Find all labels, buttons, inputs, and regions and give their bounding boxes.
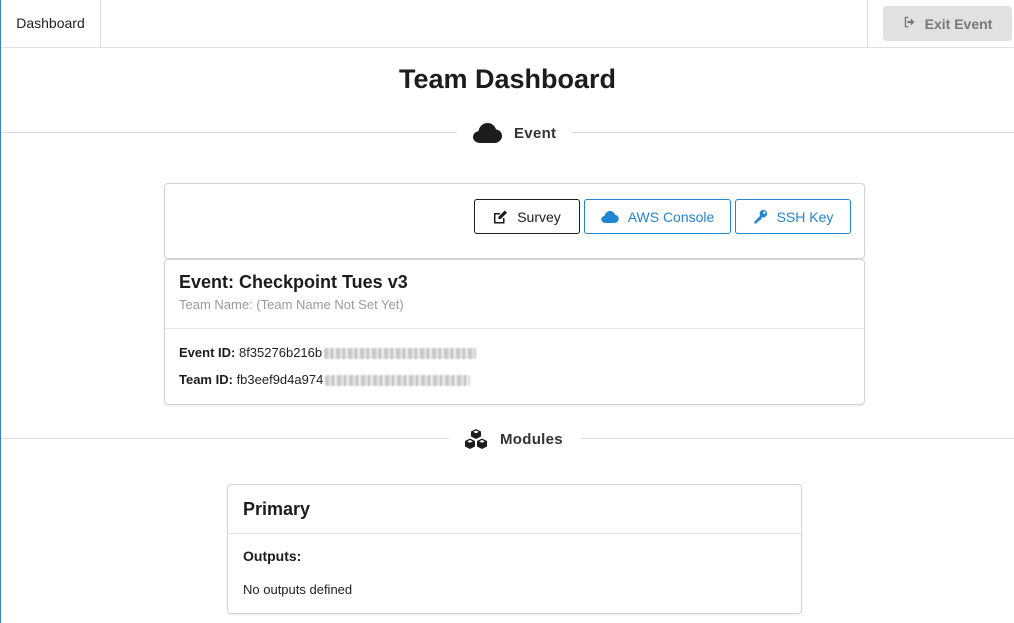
outputs-empty-text: No outputs defined xyxy=(243,582,353,597)
cloud-icon xyxy=(600,210,619,223)
edit-icon xyxy=(493,210,508,224)
cloud-icon xyxy=(473,123,502,143)
module-card: Primary Outputs: No outputs defined xyxy=(227,484,802,614)
redacted-event-id xyxy=(324,348,477,360)
aws-console-label: AWS Console xyxy=(627,208,715,225)
divider-line-right xyxy=(581,438,1014,439)
exit-event-label: Exit Event xyxy=(924,15,993,32)
modules-section-header: Modules xyxy=(464,424,563,454)
event-id-label: Event ID: xyxy=(179,345,236,360)
event-details-card: Event: Checkpoint Tues v3 Team Name: (Te… xyxy=(164,259,865,405)
sign-out-icon xyxy=(903,15,917,32)
module-body: Outputs: No outputs defined xyxy=(228,534,801,611)
page-title: Team Dashboard xyxy=(398,64,617,94)
modules-section-divider: Modules xyxy=(1,424,1014,454)
event-actions-card: Survey AWS Console SSH Key xyxy=(164,183,865,259)
event-section-divider: Event xyxy=(1,118,1014,148)
team-name: Team Name: (Team Name Not Set Yet) xyxy=(179,297,404,312)
top-menu-bar: Dashboard Exit Event xyxy=(1,0,1014,48)
team-id-value: fb3eef9d4a974 xyxy=(236,372,324,387)
event-title: Event: Checkpoint Tues v3 xyxy=(179,272,408,292)
module-name: Primary xyxy=(228,485,801,534)
cubes-icon xyxy=(464,429,488,449)
team-id-row: Team ID: fb3eef9d4a974 xyxy=(179,370,850,397)
event-details-header: Event: Checkpoint Tues v3 Team Name: (Te… xyxy=(165,260,864,329)
divider-line-left xyxy=(1,132,457,133)
event-section-label: Event xyxy=(514,124,557,142)
survey-label: Survey xyxy=(517,208,561,225)
ssh-key-button[interactable]: SSH Key xyxy=(735,199,851,234)
event-id-value: 8f35276b216b xyxy=(238,345,323,360)
modules-section-label: Modules xyxy=(500,430,563,448)
outputs-label: Outputs: xyxy=(243,548,302,564)
team-id-label: Team ID: xyxy=(179,372,233,387)
event-section-header: Event xyxy=(473,118,556,148)
exit-event-button[interactable]: Exit Event xyxy=(883,6,1012,41)
divider-line-left xyxy=(1,438,449,439)
menu-divider xyxy=(867,0,868,47)
ssh-key-label: SSH Key xyxy=(776,208,834,225)
aws-console-button[interactable]: AWS Console xyxy=(584,199,731,234)
survey-button[interactable]: Survey xyxy=(474,199,580,234)
event-id-row: Event ID: 8f35276b216b xyxy=(179,343,850,370)
divider-line-right xyxy=(571,132,1014,133)
event-details-body: Event ID: 8f35276b216b Team ID: fb3eef9d… xyxy=(165,329,864,397)
nav-dashboard-link[interactable]: Dashboard xyxy=(1,0,101,47)
key-icon xyxy=(753,209,768,224)
redacted-team-id xyxy=(325,375,471,387)
